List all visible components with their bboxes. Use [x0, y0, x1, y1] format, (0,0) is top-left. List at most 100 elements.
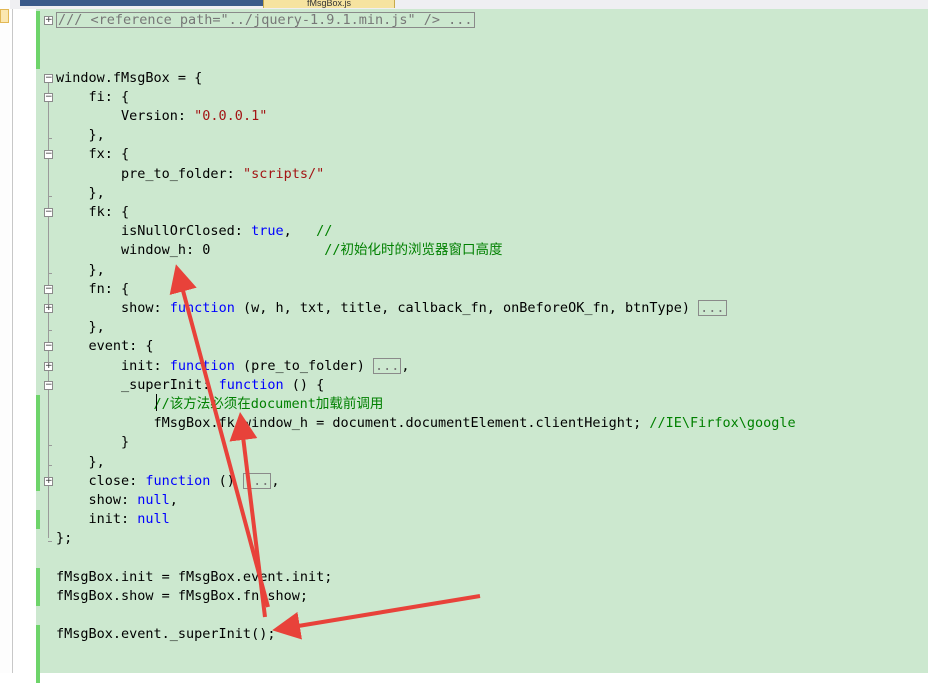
code-token: show: — [56, 492, 138, 508]
fold-expand-icon[interactable]: + — [44, 304, 53, 313]
code-line[interactable]: isNullOrClosed: true, // — [56, 222, 332, 241]
code-text: } — [56, 434, 130, 451]
code-line[interactable]: show: null, — [56, 491, 178, 510]
code-token: show: — [56, 300, 170, 316]
code-text: window.fMsgBox = { — [56, 69, 203, 86]
code-token: , — [401, 357, 410, 374]
code-text: }, — [56, 453, 105, 470]
code-text: }; — [56, 530, 73, 547]
code-token: init: — [56, 357, 170, 374]
code-text: fMsgBox.event._superInit(); — [56, 626, 276, 643]
fold-expand-icon[interactable]: + — [44, 16, 53, 25]
code-token: close: — [56, 472, 146, 489]
code-line[interactable]: show: function (w, h, txt, title, callba… — [56, 299, 727, 318]
code-token: pre_to_folder: — [56, 165, 243, 182]
bookmark-icon[interactable] — [0, 9, 9, 23]
code-line[interactable]: /// <reference path="../jquery-1.9.1.min… — [56, 11, 475, 30]
comment-token: //初始化时的浏览器窗口高度 — [324, 242, 503, 259]
code-token: fMsgBox.fk.window_h = document.documentE… — [56, 415, 650, 432]
code-line[interactable]: }, — [56, 453, 105, 472]
code-text: fMsgBox.init = fMsgBox.event.init; — [56, 568, 333, 585]
code-token: (pre_to_folder) — [234, 357, 373, 374]
code-line[interactable]: fx: { — [56, 145, 130, 164]
code-line[interactable]: fk: { — [56, 203, 130, 222]
change-bar — [36, 625, 40, 683]
code-line[interactable]: }, — [56, 184, 105, 203]
collapsed-region[interactable]: ... — [698, 300, 727, 316]
change-bar — [36, 395, 40, 472]
code-token: (w, h, txt, title, callback_fn, onBefore… — [234, 300, 699, 316]
code-line[interactable]: pre_to_folder: "scripts/" — [56, 165, 324, 184]
code-line[interactable]: _superInit: function () { — [56, 376, 324, 395]
code-token: , — [271, 472, 280, 489]
code-line[interactable]: }, — [56, 261, 105, 280]
change-bar — [36, 510, 40, 530]
fold-collapse-icon[interactable]: − — [44, 208, 53, 217]
change-bar — [36, 471, 40, 491]
code-line[interactable]: fMsgBox.event._superInit(); — [56, 625, 275, 644]
outline-end-tick — [48, 138, 52, 140]
keyword-token: function — [218, 376, 284, 393]
code-line[interactable]: fi: { — [56, 88, 130, 107]
code-line[interactable]: fMsgBox.fk.window_h = document.documentE… — [56, 414, 796, 433]
change-bar — [36, 567, 40, 607]
outline-end-tick — [48, 272, 52, 274]
code-text: fMsgBox.show = fMsgBox.fn.show; — [56, 588, 308, 604]
fold-collapse-icon[interactable]: − — [44, 284, 53, 294]
fold-collapse-icon[interactable]: − — [44, 380, 53, 390]
code-line[interactable]: close: function () ..., — [56, 472, 279, 491]
inactive-tab-area[interactable] — [20, 0, 263, 6]
code-text: fk: { — [56, 204, 130, 220]
code-line[interactable]: }, — [56, 126, 105, 145]
active-document-tab[interactable]: fMsgBox.js — [263, 0, 395, 8]
code-line[interactable]: window.fMsgBox = { — [56, 69, 202, 88]
code-token: Version: — [56, 108, 195, 124]
outline-end-tick — [48, 330, 52, 332]
outline-end-tick — [48, 445, 52, 447]
document-tab-strip: fMsgBox.js — [0, 0, 928, 9]
code-text: }, — [56, 261, 105, 278]
code-editor[interactable]: + − − − − − + − + − + /// <reference path="../jque… — [14, 9, 928, 683]
code-token: () { — [283, 376, 325, 393]
collapsed-region[interactable]: ... — [373, 357, 402, 374]
collapsed-region[interactable]: ... — [242, 472, 272, 489]
code-line[interactable]: init: function (pre_to_folder) ..., — [56, 357, 410, 376]
fold-collapse-icon[interactable]: − — [44, 342, 53, 352]
code-token: init: — [56, 511, 138, 528]
code-text: }, — [56, 184, 105, 201]
fold-collapse-icon[interactable]: − — [44, 73, 53, 83]
fold-expand-icon[interactable]: + — [44, 476, 53, 486]
gutter-separator — [12, 9, 13, 673]
outline-end-tick — [48, 541, 52, 543]
code-line[interactable]: window_h: 0 //初始化时的浏览器窗口高度 — [56, 241, 502, 260]
code-line[interactable]: }, — [56, 318, 105, 337]
keyword-token: function — [145, 472, 211, 489]
code-line[interactable]: init: null — [56, 510, 170, 529]
text-caret — [156, 394, 157, 411]
code-token: isNullOrClosed: — [56, 223, 252, 240]
code-line[interactable]: fMsgBox.show = fMsgBox.fn.show; — [56, 587, 308, 606]
code-line[interactable]: Version: "0.0.0.1" — [56, 107, 267, 126]
code-token: fi: { — [56, 88, 130, 105]
code-line[interactable]: fn: { — [56, 280, 130, 299]
code-line[interactable]: event: { — [56, 337, 154, 356]
selection-margin[interactable] — [14, 9, 36, 673]
code-token: window_h: 0 — [56, 242, 325, 259]
change-bar — [36, 11, 40, 69]
code-line[interactable]: //该方法必须在document加载前调用 — [56, 395, 384, 414]
left-tool-strip — [0, 0, 10, 673]
comment-token: // — [316, 223, 333, 240]
code-token: () — [210, 472, 243, 489]
fold-expand-icon[interactable]: + — [44, 361, 53, 371]
fold-collapse-icon[interactable]: − — [44, 150, 53, 160]
code-line[interactable]: }; — [56, 529, 72, 548]
code-token: _superInit: — [56, 376, 219, 393]
keyword-token: true — [251, 223, 284, 240]
fold-collapse-icon[interactable]: − — [44, 92, 53, 102]
collapsed-region[interactable]: /// <reference path="../jquery-1.9.1.min… — [56, 12, 475, 28]
code-text: }, — [56, 127, 105, 144]
outline-end-tick — [48, 464, 52, 466]
code-line[interactable]: } — [56, 433, 129, 452]
code-line[interactable]: fMsgBox.init = fMsgBox.event.init; — [56, 568, 332, 587]
